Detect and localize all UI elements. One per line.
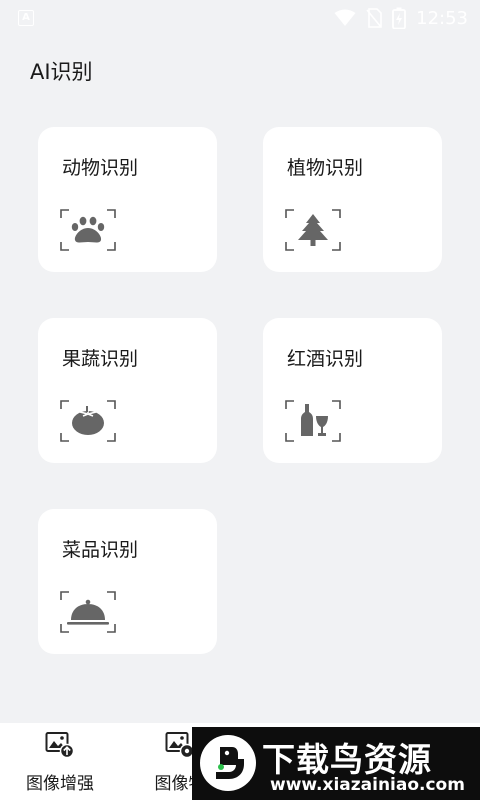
card-label: 动物识别 xyxy=(62,157,139,179)
bird-logo-icon xyxy=(200,735,256,791)
status-icons: 12:53 xyxy=(334,7,468,29)
card-plant-recognition[interactable]: 植物识别 xyxy=(263,127,442,272)
tree-icon xyxy=(285,209,341,251)
image-enhance-icon xyxy=(45,732,75,759)
watermark-banner: 下载鸟资源 www.xiazainiao.com xyxy=(192,727,480,800)
no-sim-icon xyxy=(366,8,382,28)
card-label: 植物识别 xyxy=(287,157,364,179)
status-bar: A 12:53 xyxy=(0,0,480,36)
watermark-url: www.xiazainiao.com xyxy=(270,775,465,795)
card-wine-recognition[interactable]: 红酒识别 xyxy=(263,318,442,463)
paw-icon xyxy=(60,209,116,251)
cloche-icon xyxy=(60,591,116,633)
tomato-icon xyxy=(60,400,116,442)
card-label: 菜品识别 xyxy=(62,539,139,561)
notification-icon: A xyxy=(18,10,34,26)
battery-icon xyxy=(392,7,407,29)
watermark-title: 下载鸟资源 xyxy=(262,740,432,779)
clock: 12:53 xyxy=(416,7,468,29)
nav-item-image-enhance[interactable]: 图像增强 xyxy=(0,723,120,800)
card-dish-recognition[interactable]: 菜品识别 xyxy=(38,509,217,654)
card-label: 果蔬识别 xyxy=(62,348,139,370)
nav-label: 图像增强 xyxy=(26,774,94,794)
card-animal-recognition[interactable]: 动物识别 xyxy=(38,127,217,272)
wifi-icon xyxy=(334,9,356,26)
card-label: 红酒识别 xyxy=(287,348,364,370)
card-fruit-vegetable-recognition[interactable]: 果蔬识别 xyxy=(38,318,217,463)
image-feature-icon xyxy=(165,732,195,759)
wine-icon xyxy=(285,400,341,442)
page-title: AI识别 xyxy=(30,60,93,84)
